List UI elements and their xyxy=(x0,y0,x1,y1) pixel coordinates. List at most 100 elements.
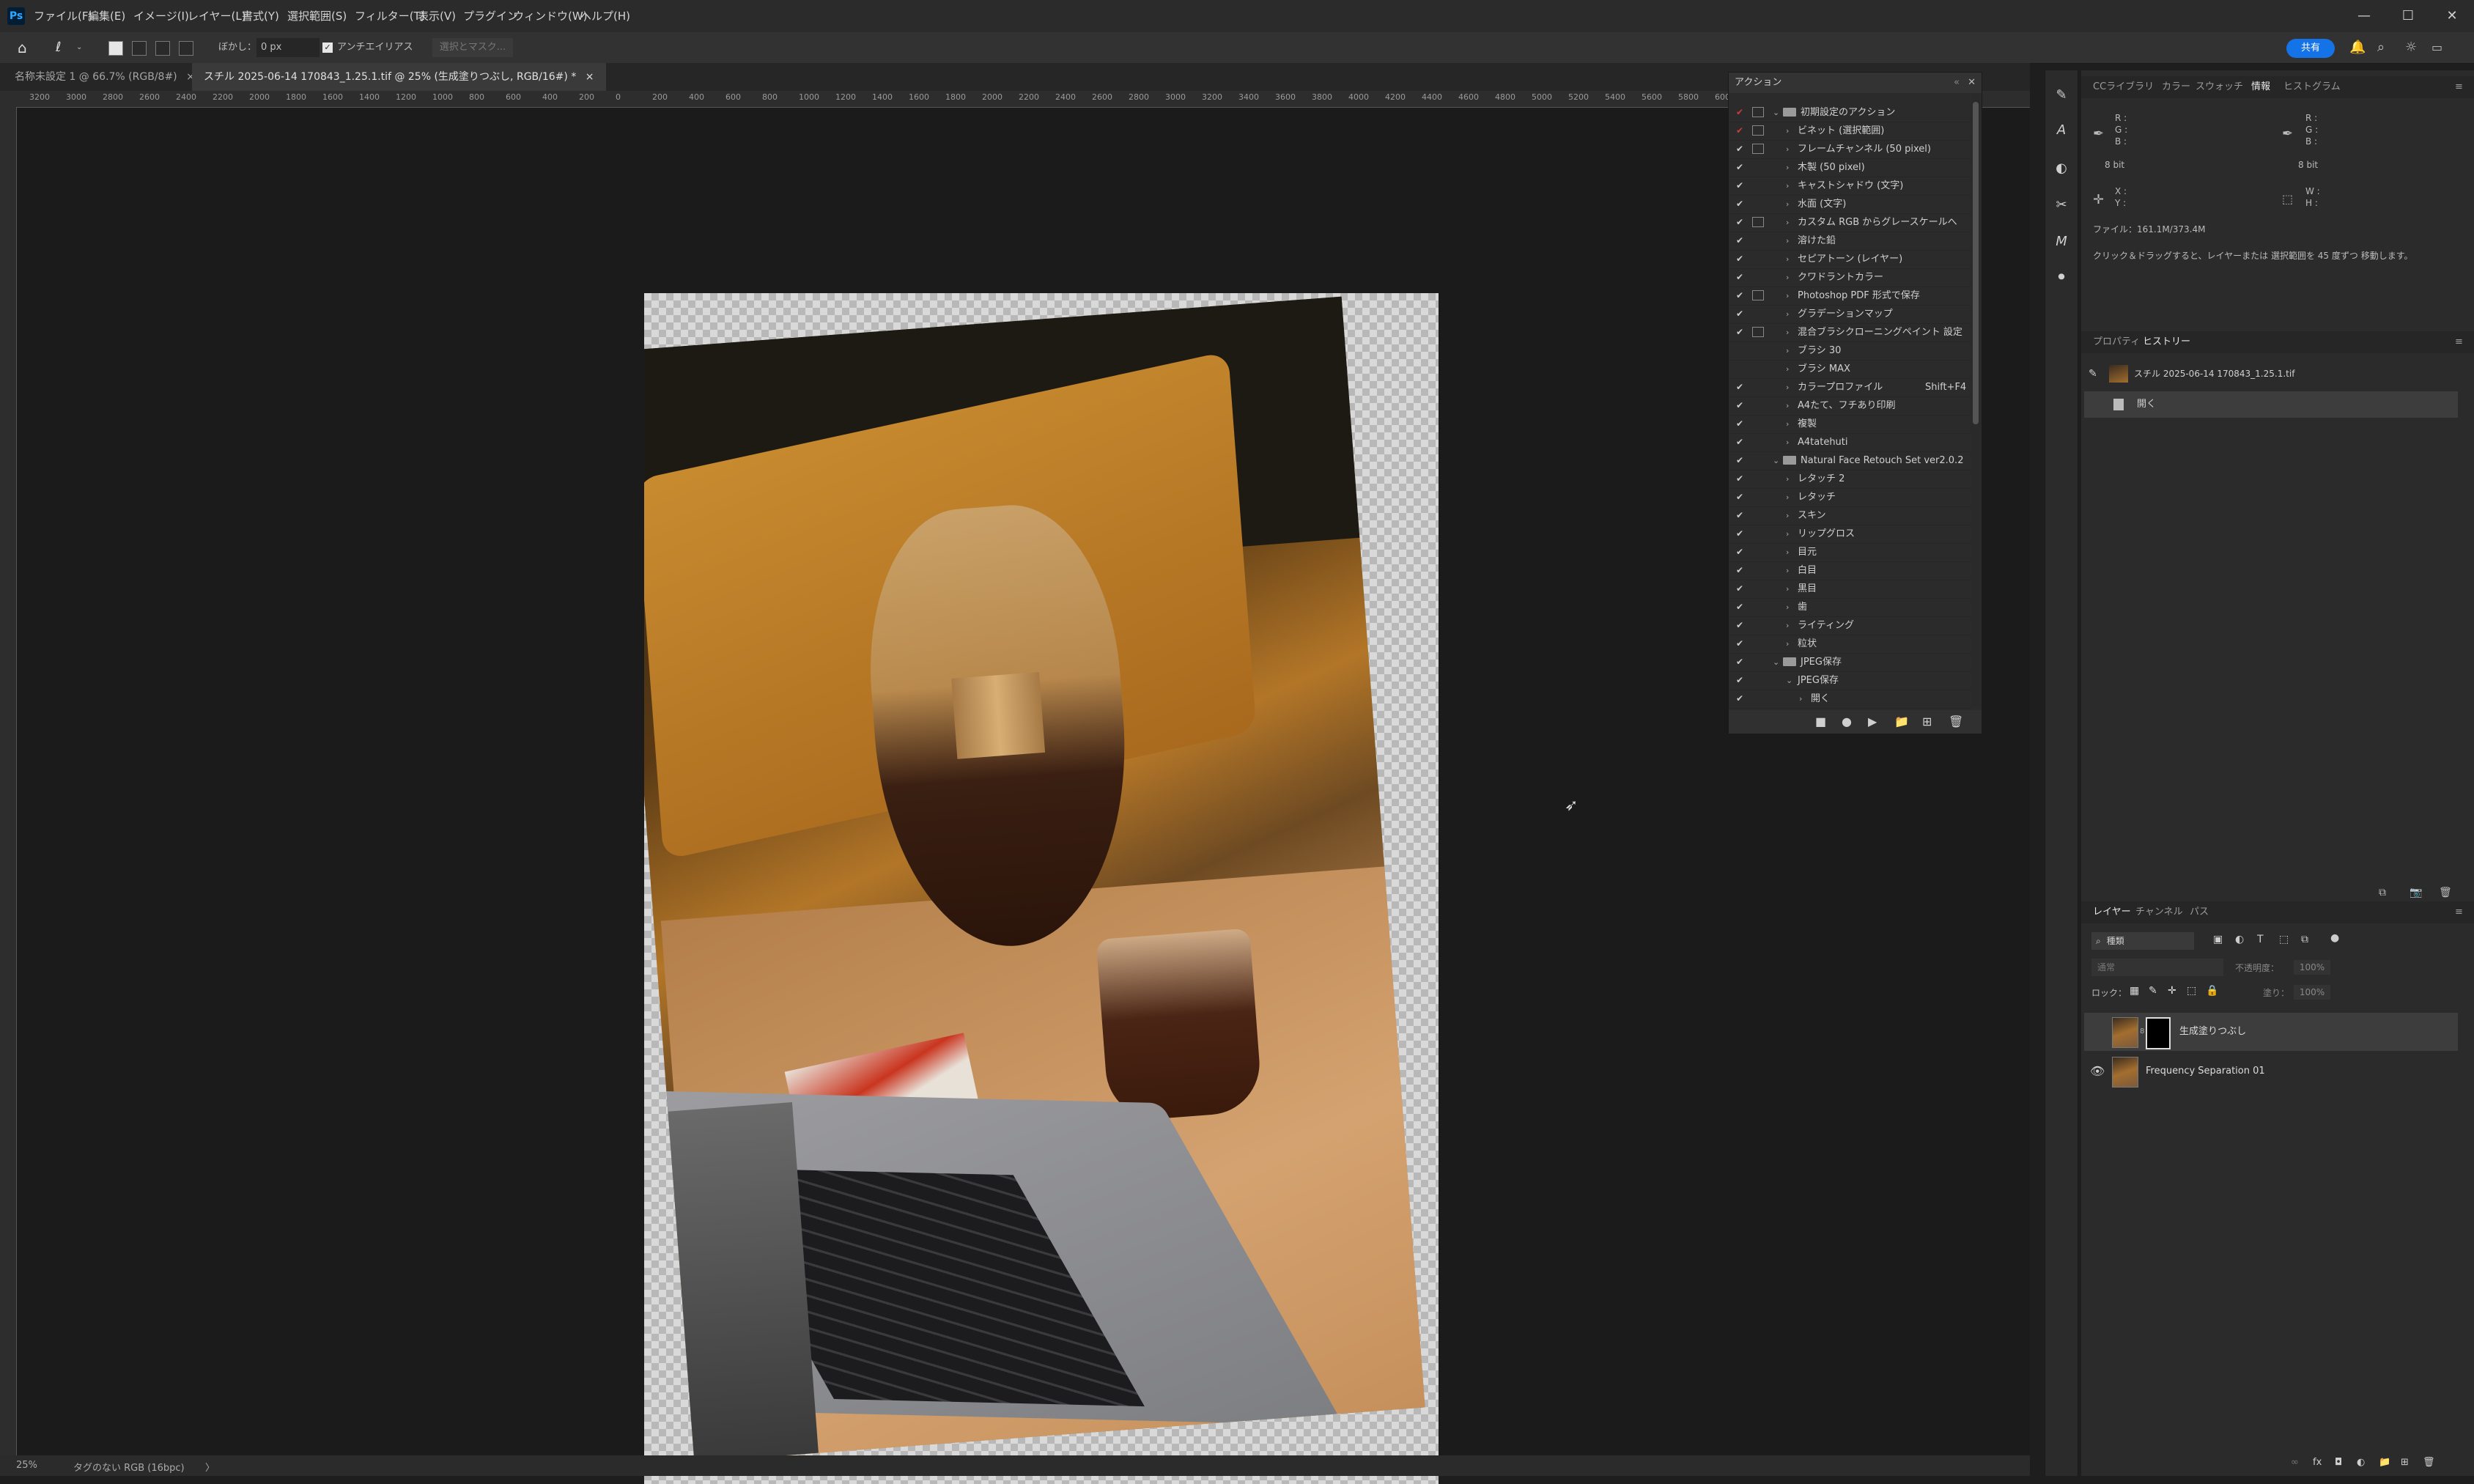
action-row[interactable]: ✔ › 溶けた鉛 xyxy=(1729,232,1971,251)
chevron-right-icon[interactable]: › xyxy=(1799,690,1802,708)
layer-row-generative-fill[interactable]: 8 生成塗りつぶし xyxy=(2084,1013,2458,1051)
chevron-down-icon[interactable]: ⌄ xyxy=(1773,451,1779,470)
glyphs-icon[interactable]: M xyxy=(2053,233,2070,251)
action-row[interactable]: ✔ › 黒目 xyxy=(1729,580,1971,599)
action-row[interactable]: ✔ › スキン xyxy=(1729,506,1971,525)
panel-close-icon[interactable]: ✕ xyxy=(1968,73,1976,93)
action-row[interactable]: ✔ ⌄ JPEG保存 xyxy=(1729,671,1971,690)
action-row[interactable]: ✔ › 歯 xyxy=(1729,598,1971,617)
select-and-mask-button[interactable]: 選択とマスク... xyxy=(432,38,513,57)
home-icon[interactable]: ⌂ xyxy=(18,38,27,57)
tab-channels[interactable]: チャンネル xyxy=(2135,901,2183,923)
tools-icon[interactable]: ✂ xyxy=(2053,196,2070,214)
action-set-row[interactable]: ✔ ⌄ JPEG保存 xyxy=(1729,653,1971,672)
layer-filter-select[interactable]: ⌕ 種類 xyxy=(2091,932,2194,950)
actions-icon[interactable]: ⏺ xyxy=(2053,268,2070,286)
tab-untitled[interactable]: 名称未設定 1 @ 66.7% (RGB/8#) × xyxy=(3,63,207,91)
action-toggle-checkbox[interactable]: ✔ xyxy=(1735,140,1745,158)
chevron-right-icon[interactable]: › xyxy=(1786,561,1789,580)
menu-window[interactable]: ウィンドウ(W) xyxy=(513,0,588,32)
action-toggle-checkbox[interactable]: ✔ xyxy=(1735,195,1745,213)
action-row[interactable]: › ブラシ 30 xyxy=(1729,342,1971,361)
workspace-icon[interactable]: ▭ xyxy=(2431,38,2442,57)
chevron-right-icon[interactable]: › xyxy=(1786,598,1789,616)
tab-histogram[interactable]: ヒストグラム xyxy=(2283,76,2341,98)
layer-style-icon[interactable]: fx xyxy=(2313,1457,2322,1468)
chevron-right-icon[interactable]: › xyxy=(1786,268,1789,287)
adjustments-icon[interactable]: ◐ xyxy=(2053,160,2070,177)
chevron-right-icon[interactable]: › xyxy=(1786,506,1789,525)
chevron-right-icon[interactable]: › xyxy=(1786,616,1789,635)
action-toggle-checkbox[interactable]: ✔ xyxy=(1735,177,1745,195)
filter-adjust-icon[interactable]: ◐ xyxy=(2235,934,2244,945)
bell-icon[interactable]: 🔔 xyxy=(2349,38,2366,57)
new-selection-icon[interactable] xyxy=(108,41,123,56)
chevron-right-icon[interactable]: › xyxy=(1786,415,1789,433)
mask-link-icon[interactable]: 8 xyxy=(2140,1013,2144,1051)
chevron-right-icon[interactable]: › xyxy=(1786,140,1789,158)
chevron-right-icon[interactable]: › xyxy=(1786,177,1789,195)
action-row[interactable]: ✔ › リップグロス xyxy=(1729,525,1971,544)
menu-select[interactable]: 選択範囲(S) xyxy=(287,0,347,32)
action-toggle-checkbox[interactable]: ✔ xyxy=(1735,287,1745,305)
action-toggle-checkbox[interactable]: ✔ xyxy=(1735,158,1745,177)
intersect-selection-icon[interactable] xyxy=(179,41,193,56)
tab-swatches[interactable]: スウォッチ xyxy=(2196,76,2243,98)
action-toggle-checkbox[interactable]: ✔ xyxy=(1735,433,1745,451)
action-toggle-checkbox[interactable]: ✔ xyxy=(1735,268,1745,287)
delete-layer-icon[interactable]: 🗑 xyxy=(2423,1457,2435,1468)
document-canvas[interactable] xyxy=(644,293,1439,1484)
action-row[interactable]: ✔ › ビネット (選択範囲) xyxy=(1729,122,1971,141)
tab-cc-libraries[interactable]: CCライブラリ xyxy=(2093,76,2154,98)
action-row[interactable]: › ブラシ MAX xyxy=(1729,360,1971,379)
menu-type[interactable]: 書式(Y) xyxy=(242,0,279,32)
chevron-right-icon[interactable]: › xyxy=(1786,287,1789,305)
chevron-down-icon[interactable]: ⌄ xyxy=(1773,103,1779,122)
menu-image[interactable]: イメージ(I) xyxy=(133,0,189,32)
chevron-right-icon[interactable]: › xyxy=(1786,195,1789,213)
fill-input[interactable]: 100% xyxy=(2294,985,2330,1000)
action-row[interactable]: ✔ › レタッチ xyxy=(1729,488,1971,507)
action-row[interactable]: ✔ › レタッチ 2 xyxy=(1729,470,1971,489)
menu-filter[interactable]: フィルター(T) xyxy=(355,0,425,32)
chevron-right-icon[interactable]: › xyxy=(1786,433,1789,451)
history-item[interactable]: 開く xyxy=(2084,391,2458,418)
chevron-right-icon[interactable]: › xyxy=(1786,158,1789,177)
chevron-right-icon[interactable]: › xyxy=(1786,470,1789,488)
add-selection-icon[interactable] xyxy=(132,41,147,56)
chevron-right-icon[interactable]: › xyxy=(1786,213,1789,232)
chevron-right-icon[interactable]: › xyxy=(1786,342,1789,360)
menu-plugins[interactable]: プラグイン xyxy=(463,0,518,32)
action-toggle-checkbox[interactable]: ✔ xyxy=(1735,543,1745,561)
action-row[interactable]: ✔ › キャストシャドウ (文字) xyxy=(1729,177,1971,196)
tab-close-icon[interactable]: × xyxy=(586,71,594,83)
action-toggle-checkbox[interactable]: ✔ xyxy=(1735,396,1745,415)
dialog-toggle-icon[interactable] xyxy=(1752,125,1764,136)
actions-scrollbar[interactable] xyxy=(1971,95,1980,706)
action-toggle-checkbox[interactable]: ✔ xyxy=(1735,213,1745,232)
character-icon[interactable]: A xyxy=(2053,122,2070,139)
action-toggle-checkbox[interactable]: ✔ xyxy=(1735,616,1745,635)
tab-layers[interactable]: レイヤー xyxy=(2093,901,2131,923)
layer-mask-thumbnail[interactable] xyxy=(2146,1017,2171,1049)
dialog-toggle-icon[interactable] xyxy=(1752,327,1764,337)
lock-position-icon[interactable]: ✛ xyxy=(2168,985,2176,997)
action-toggle-checkbox[interactable]: ✔ xyxy=(1735,470,1745,488)
action-toggle-checkbox[interactable]: ✔ xyxy=(1735,506,1745,525)
chevron-right-icon[interactable]: › xyxy=(1786,543,1789,561)
dialog-toggle-icon[interactable] xyxy=(1752,217,1764,227)
brush-settings-icon[interactable]: ✎ xyxy=(2053,86,2070,104)
dialog-toggle-icon[interactable] xyxy=(1752,144,1764,154)
action-toggle-checkbox[interactable]: ✔ xyxy=(1735,323,1745,342)
tab-properties[interactable]: プロパティ xyxy=(2093,331,2140,353)
menu-file[interactable]: ファイル(F) xyxy=(34,0,92,32)
lasso-tool-icon[interactable]: ℓ xyxy=(56,38,61,57)
status-arrow-icon[interactable]: 〉 xyxy=(205,1460,215,1474)
action-row[interactable]: ✔ › 目元 xyxy=(1729,543,1971,562)
chevron-right-icon[interactable]: › xyxy=(1786,580,1789,598)
share-button[interactable]: 共有 xyxy=(2286,39,2335,58)
action-toggle-checkbox[interactable]: ✔ xyxy=(1735,378,1745,396)
menu-layer[interactable]: レイヤー(L) xyxy=(188,0,246,32)
history-brush-icon[interactable]: ✎ xyxy=(2089,361,2097,387)
stop-icon[interactable]: ■ xyxy=(1815,715,1826,728)
